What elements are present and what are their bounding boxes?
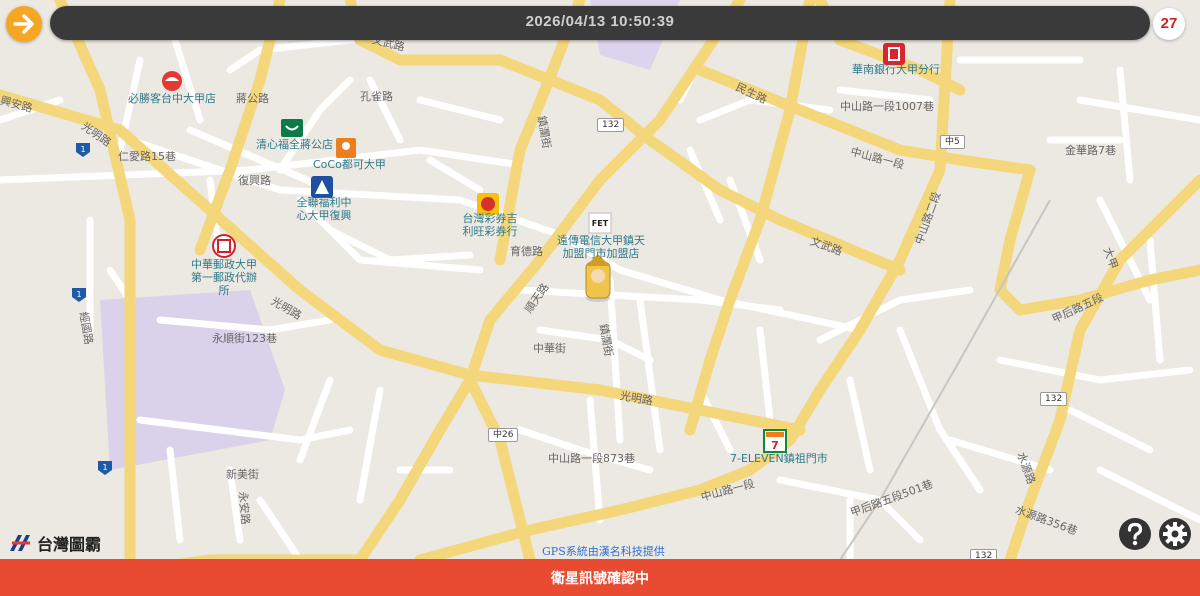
- poi-label-pxmart[interactable]: 全聯福利中心大甲復興: [294, 196, 354, 222]
- chingshin-icon[interactable]: [281, 119, 303, 137]
- street-label: 金華路7巷: [1065, 144, 1116, 157]
- svg-text:1: 1: [76, 290, 81, 299]
- svg-text:7: 7: [771, 439, 779, 452]
- street-label: 永順街123巷: [212, 332, 277, 345]
- question-icon: [1119, 518, 1151, 550]
- status-message: 衛星訊號確認中: [551, 571, 649, 587]
- poi-label-bank[interactable]: 華南銀行大甲分行: [852, 63, 940, 76]
- road-badge: 中26: [488, 428, 519, 442]
- gps-credit: GPS系統由漢名科技提供: [542, 545, 665, 558]
- logo-mark-icon: [10, 535, 30, 551]
- street-label: 育德路: [510, 245, 543, 258]
- poi-label-chingshin[interactable]: 清心福全蔣公店: [256, 138, 333, 151]
- settings-button[interactable]: [1158, 517, 1192, 551]
- street-label: 永安路: [236, 491, 252, 526]
- street-label: 新美街: [226, 468, 259, 481]
- post-office-icon[interactable]: [212, 234, 236, 258]
- bank-icon[interactable]: [883, 43, 905, 65]
- poi-label-seven-eleven[interactable]: 7-ELEVEN鎮祖門市: [730, 452, 828, 465]
- logo-text: 台灣圖霸: [37, 535, 102, 554]
- pxmart-icon[interactable]: [311, 176, 333, 198]
- pizza-hut-icon[interactable]: [162, 71, 182, 91]
- back-button[interactable]: [6, 6, 42, 42]
- timestamp: 2026/04/13 10:50:39: [525, 13, 675, 30]
- arrow-right-icon: [13, 14, 34, 34]
- street-label: 復興路: [238, 174, 271, 187]
- road-badge: 132: [1040, 392, 1068, 406]
- poi-label-post-office[interactable]: 中華郵政大甲第一郵政代辦所: [186, 258, 262, 297]
- counter-badge[interactable]: 27: [1153, 8, 1185, 40]
- help-button[interactable]: [1118, 517, 1152, 551]
- street-label: 仁愛路15巷: [118, 150, 176, 163]
- road-badge: 132: [597, 118, 625, 132]
- street-label: 中華街: [533, 342, 566, 355]
- street-label: 孔雀路: [360, 90, 393, 103]
- poi-label-pizza-hut[interactable]: 必勝客台中大甲店: [128, 92, 216, 105]
- street-label: 蔣公路: [236, 92, 269, 105]
- poi-label-lottery[interactable]: 台灣彩券吉利旺彩券行: [460, 212, 520, 238]
- status-bar: 衛星訊號確認中: [0, 559, 1200, 596]
- poi-label-coco[interactable]: CoCo都可大甲: [313, 158, 386, 171]
- timestamp-bar: 2026/04/13 10:50:39: [50, 6, 1150, 40]
- street-label: 中山路一段1007巷: [840, 100, 934, 113]
- road-badge: 中5: [940, 135, 965, 149]
- svg-text:1: 1: [102, 463, 107, 472]
- street-label: 中山路一段873巷: [548, 452, 635, 465]
- gear-icon: [1159, 518, 1191, 550]
- fet-icon[interactable]: FET: [588, 212, 612, 234]
- svg-text:FET: FET: [592, 219, 609, 228]
- seven-eleven-icon[interactable]: 7: [763, 429, 787, 453]
- poi-label-fet[interactable]: 遠傳電信大甲鎮天加盟門市加盟店: [556, 234, 646, 260]
- coco-icon[interactable]: [336, 138, 356, 158]
- svg-text:1: 1: [80, 145, 85, 154]
- app-logo: 台灣圖霸: [8, 531, 101, 555]
